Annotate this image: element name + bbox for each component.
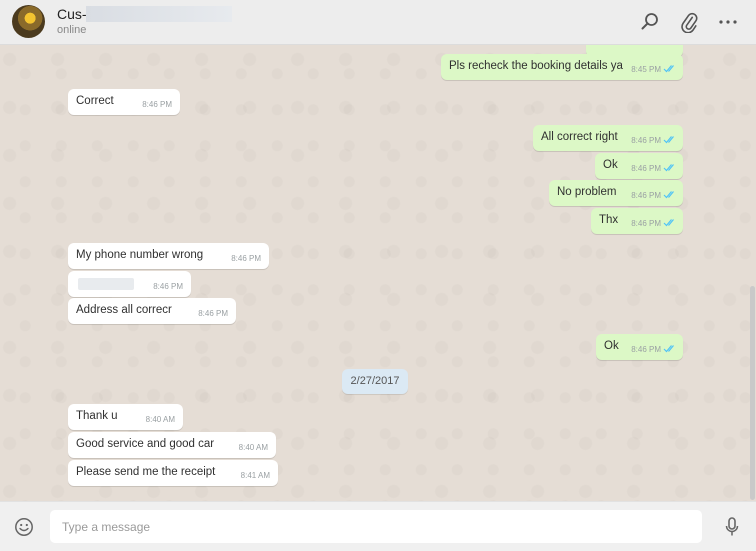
redacted-text	[78, 278, 134, 290]
message-time: 8:46 PM	[142, 100, 172, 109]
message-bubble[interactable]: 8:46 PM	[68, 271, 191, 297]
message-text: Pls recheck the booking details ya	[449, 60, 623, 72]
message-input[interactable]	[50, 510, 702, 543]
attach-icon[interactable]	[678, 11, 700, 34]
message-time: 8:46 PM	[631, 191, 661, 200]
read-ticks-icon	[663, 191, 674, 199]
message-time: 8:46 PM	[631, 219, 661, 228]
message-bubble[interactable]: Ok 8:46 PM	[595, 153, 683, 179]
chat-header: Cus- online	[0, 0, 756, 45]
message-time: 8:46 PM	[631, 136, 661, 145]
message-bubble[interactable]: Correct 8:46 PM	[68, 89, 180, 115]
message-time: 8:46 PM	[631, 345, 661, 354]
message-bubble[interactable]: All correct right 8:46 PM	[533, 125, 683, 151]
message-text: My phone number wrong	[76, 249, 204, 261]
message-time: 8:40 AM	[238, 443, 268, 452]
message-bubble[interactable]: Ok 8:46 PM	[596, 334, 683, 360]
read-ticks-icon	[663, 219, 674, 227]
read-ticks-icon	[663, 136, 674, 144]
scrollbar-thumb[interactable]	[750, 286, 755, 500]
message-bubble[interactable]: Please send me the receipt 8:41 AM	[68, 460, 278, 486]
read-ticks-icon	[663, 65, 674, 73]
emoji-icon[interactable]	[14, 517, 34, 537]
message-text: Address all correcr	[76, 304, 172, 316]
message-text: Thx	[599, 214, 619, 226]
menu-icon[interactable]	[717, 11, 739, 33]
message-bubble[interactable]: My phone number wrong 8:46 PM	[68, 243, 269, 269]
message-text: Correct	[76, 95, 114, 107]
redacted-name	[86, 6, 232, 22]
message-time: 8:46 PM	[153, 282, 183, 291]
message-time: 8:41 AM	[240, 471, 270, 480]
message-bubble[interactable]: Good service and good car 8:40 AM	[68, 432, 276, 458]
message-time: 8:40 AM	[145, 415, 175, 424]
message-bubble[interactable]: Thank u 8:40 AM	[68, 404, 183, 430]
message-time: 8:46 PM	[631, 164, 661, 173]
contact-status: online	[57, 24, 87, 36]
microphone-icon[interactable]	[722, 516, 742, 538]
read-ticks-icon	[663, 345, 674, 353]
message-bubble[interactable]: Address all correcr 8:46 PM	[68, 298, 236, 324]
message-time: 8:46 PM	[198, 309, 228, 318]
message-bubble[interactable]: Pls recheck the booking details ya 8:45 …	[441, 54, 683, 80]
message-text: Good service and good car	[76, 438, 215, 450]
read-ticks-icon	[663, 164, 674, 172]
message-text: Thank u	[76, 410, 118, 422]
message-time: 8:46 PM	[231, 254, 261, 263]
chat-panel[interactable]: Pls recheck the booking details ya 8:45 …	[0, 45, 756, 501]
search-icon[interactable]	[639, 11, 661, 33]
message-text: No problem	[557, 186, 617, 198]
message-text: Please send me the receipt	[76, 466, 216, 478]
message-bubble[interactable]: Thx 8:46 PM	[591, 208, 683, 234]
message-time: 8:45 PM	[631, 65, 661, 74]
message-text: All correct right	[541, 131, 618, 143]
message-text: Ok	[603, 159, 618, 171]
message-text: Ok	[604, 340, 619, 352]
message-bubble[interactable]: No problem 8:46 PM	[549, 180, 683, 206]
date-separator: 2/27/2017	[342, 369, 408, 394]
avatar[interactable]	[12, 5, 45, 38]
contact-name[interactable]: Cus-	[57, 6, 87, 22]
composer-bar	[0, 501, 756, 551]
